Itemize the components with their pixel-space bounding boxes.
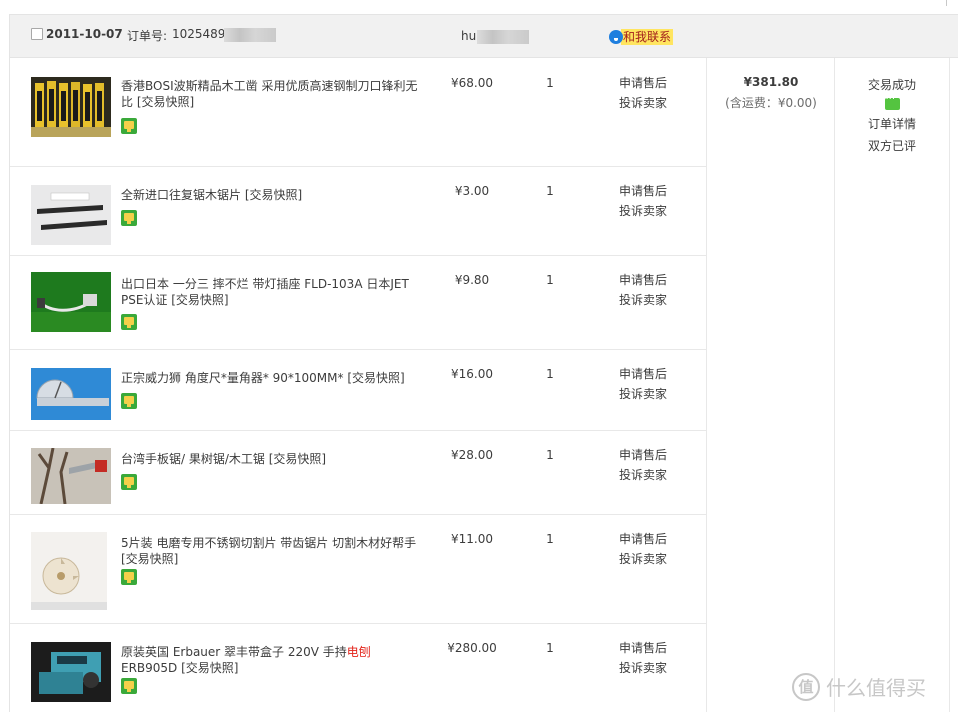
item-actions: 申请售后 投诉卖家: [608, 73, 678, 113]
product-title-highlight: 电刨: [346, 645, 371, 659]
divider: [949, 58, 950, 712]
after-sale-link[interactable]: 申请售后: [608, 529, 678, 549]
product-quantity: 1: [546, 367, 554, 381]
product-quantity: 1: [546, 448, 554, 462]
contact-seller-button[interactable]: 和我联系: [609, 29, 674, 45]
order-total: ¥381.80 (含运费：¥0.00): [707, 58, 835, 111]
snapshot-badge-icon[interactable]: [121, 118, 137, 134]
product-price: ¥11.00: [451, 532, 493, 546]
seller-name[interactable]: hu: [461, 29, 476, 43]
order-header: 2011-10-07 订单号: 10254894 hu 和我联系: [10, 15, 958, 58]
product-title[interactable]: 香港BOSI波斯精品木工凿 采用优质高速钢制刀口锋利无比 [交易快照]: [121, 78, 421, 110]
snapshot-badge-icon[interactable]: [121, 314, 137, 330]
shipping-fee: (含运费：¥0.00): [725, 96, 817, 110]
product-price: ¥28.00: [451, 448, 493, 462]
watermark: 值 什么值得买: [792, 672, 926, 701]
product-title[interactable]: 正宗威力狮 角度尺*量角器* 90*100MM* [交易快照]: [121, 370, 421, 386]
product-thumbnail[interactable]: [31, 77, 111, 137]
product-price: ¥280.00: [447, 641, 497, 655]
order-detail-link[interactable]: 订单详情: [835, 115, 949, 132]
after-sale-link[interactable]: 申请售后: [608, 445, 678, 465]
divider: [706, 58, 707, 712]
order-item-row: 出口日本 一分三 摔不烂 带灯插座 FLD-103A 日本JET PSE认证 […: [10, 256, 707, 350]
top-strip: [0, 0, 958, 14]
divider: [946, 0, 947, 6]
wangwang-icon: [609, 30, 623, 44]
after-sale-link[interactable]: 申请售后: [608, 638, 678, 658]
chat-icon[interactable]: [884, 94, 900, 110]
item-actions: 申请售后 投诉卖家: [608, 181, 678, 221]
review-status: 双方已评: [867, 139, 916, 153]
order-select-checkbox[interactable]: [31, 28, 43, 40]
snapshot-badge-icon[interactable]: [121, 393, 137, 409]
item-actions: 申请售后 投诉卖家: [608, 529, 678, 569]
snapshot-badge-icon[interactable]: [121, 678, 137, 694]
product-quantity: 1: [546, 532, 554, 546]
product-quantity: 1: [546, 641, 554, 655]
product-quantity: 1: [546, 184, 554, 198]
order-date: 2011-10-07: [46, 27, 123, 41]
after-sale-link[interactable]: 申请售后: [608, 73, 678, 93]
product-thumbnail[interactable]: [31, 642, 111, 702]
complain-seller-link[interactable]: 投诉卖家: [608, 290, 678, 310]
product-title[interactable]: 台湾手板锯/ 果树锯/木工锯 [交易快照]: [121, 451, 421, 467]
product-price: ¥3.00: [454, 184, 490, 198]
product-title[interactable]: 出口日本 一分三 摔不烂 带灯插座 FLD-103A 日本JET PSE认证 […: [121, 276, 421, 308]
complain-seller-link[interactable]: 投诉卖家: [608, 384, 678, 404]
snapshot-badge-icon[interactable]: [121, 569, 137, 585]
product-title[interactable]: 全新进口往复锯木锯片 [交易快照]: [121, 187, 421, 203]
redacted-mask: [477, 30, 529, 44]
watermark-logo-icon: 值: [792, 672, 820, 701]
trade-status: 交易成功: [867, 78, 916, 92]
watermark-text: 什么值得买: [826, 676, 926, 700]
product-title-part: ERB905D [交易快照]: [121, 661, 239, 675]
product-thumbnail[interactable]: [31, 185, 111, 245]
snapshot-badge-icon[interactable]: [121, 210, 137, 226]
item-actions: 申请售后 投诉卖家: [608, 638, 678, 678]
total-amount: ¥381.80: [743, 75, 799, 89]
product-thumbnail[interactable]: [31, 532, 107, 610]
item-actions: 申请售后 投诉卖家: [608, 364, 678, 404]
complain-seller-link[interactable]: 投诉卖家: [608, 93, 678, 113]
product-price: ¥9.80: [454, 273, 490, 287]
product-title[interactable]: 5片装 电磨专用不锈钢切割片 带齿锯片 切割木材好帮手 [交易快照]: [121, 535, 421, 567]
complain-seller-link[interactable]: 投诉卖家: [608, 465, 678, 485]
product-quantity: 1: [546, 273, 554, 287]
divider: [834, 58, 835, 712]
after-sale-link[interactable]: 申请售后: [608, 270, 678, 290]
item-actions: 申请售后 投诉卖家: [608, 270, 678, 310]
complain-seller-link[interactable]: 投诉卖家: [608, 201, 678, 221]
order-card: 2011-10-07 订单号: 10254894 hu 和我联系 香港BOSI波…: [9, 14, 958, 712]
after-sale-link[interactable]: 申请售后: [608, 364, 678, 384]
after-sale-link[interactable]: 申请售后: [608, 181, 678, 201]
item-actions: 申请售后 投诉卖家: [608, 445, 678, 485]
order-item-row: 5片装 电磨专用不锈钢切割片 带齿锯片 切割木材好帮手 [交易快照] ¥11.0…: [10, 515, 707, 624]
complain-seller-link[interactable]: 投诉卖家: [608, 658, 678, 678]
order-item-row: 原装英国 Erbauer 翠丰带盒子 220V 手持电刨 ERB905D [交易…: [10, 624, 707, 712]
order-status: 交易成功 订单详情 双方已评: [835, 58, 949, 154]
order-item-row: 全新进口往复锯木锯片 [交易快照] ¥3.00 1 申请售后 投诉卖家: [10, 167, 707, 256]
order-item-row: 台湾手板锯/ 果树锯/木工锯 [交易快照] ¥28.00 1 申请售后 投诉卖家: [10, 431, 707, 515]
redacted-mask: [224, 28, 276, 42]
order-number-label: 订单号:: [127, 29, 168, 43]
product-thumbnail[interactable]: [31, 448, 111, 504]
contact-seller-label: 和我联系: [621, 29, 674, 45]
product-price: ¥68.00: [451, 76, 493, 90]
order-item-row: 正宗威力狮 角度尺*量角器* 90*100MM* [交易快照] ¥16.00 1…: [10, 350, 707, 431]
order-item-row: 香港BOSI波斯精品木工凿 采用优质高速钢制刀口锋利无比 [交易快照] ¥68.…: [10, 58, 707, 167]
product-thumbnail[interactable]: [31, 368, 111, 420]
product-title-part: 原装英国 Erbauer 翠丰带盒子 220V 手持: [121, 645, 347, 659]
product-thumbnail[interactable]: [31, 272, 111, 332]
product-price: ¥16.00: [451, 367, 493, 381]
product-title[interactable]: 原装英国 Erbauer 翠丰带盒子 220V 手持电刨 ERB905D [交易…: [121, 644, 421, 676]
snapshot-badge-icon[interactable]: [121, 474, 137, 490]
complain-seller-link[interactable]: 投诉卖家: [608, 549, 678, 569]
product-quantity: 1: [546, 76, 554, 90]
